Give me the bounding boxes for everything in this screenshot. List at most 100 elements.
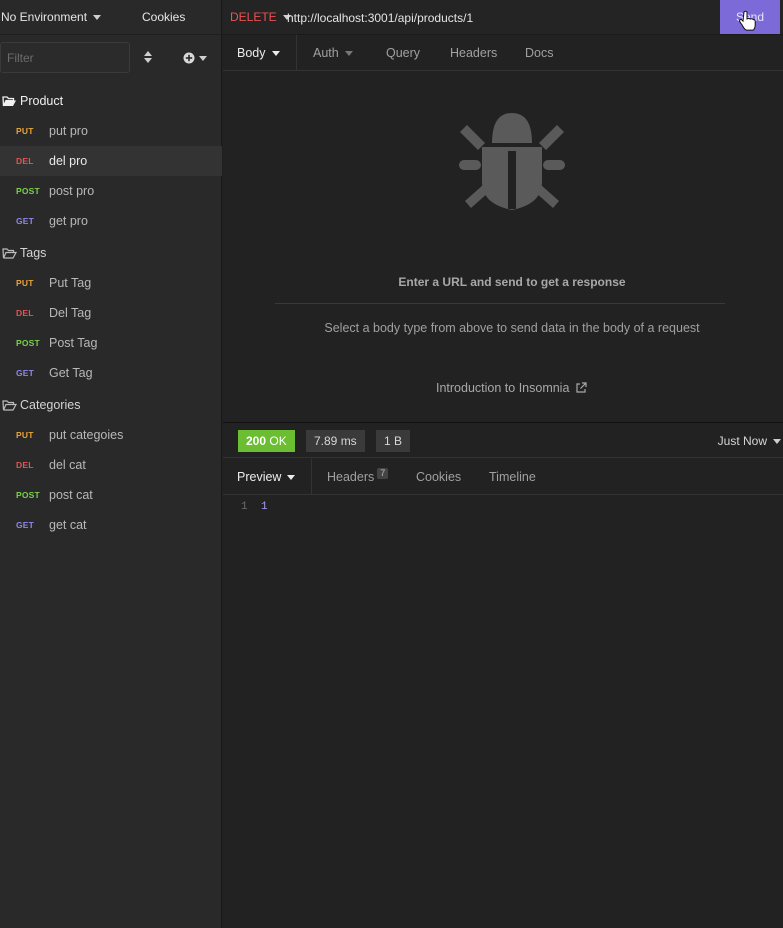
folder-tags[interactable]: Tags xyxy=(0,238,222,268)
sort-icon[interactable] xyxy=(143,50,157,66)
folder-label: Product xyxy=(20,94,64,108)
method-badge: POST xyxy=(16,338,40,348)
history-dropdown[interactable]: Just Now xyxy=(718,434,781,448)
method-dropdown[interactable]: DELETE xyxy=(230,10,291,24)
folder-open-icon xyxy=(2,96,16,107)
request-name: put categoies xyxy=(49,428,124,442)
method-badge: DEL xyxy=(16,308,34,318)
request-del-tag[interactable]: DEL Del Tag xyxy=(0,298,222,328)
add-request-button[interactable] xyxy=(183,50,209,66)
method-badge: GET xyxy=(16,216,35,226)
tab-label: Headers xyxy=(327,470,375,484)
request-post-pro[interactable]: POST post pro xyxy=(0,176,222,206)
folder-label: Tags xyxy=(20,246,47,260)
bug-icon xyxy=(459,113,565,210)
request-name: del cat xyxy=(49,458,86,472)
request-tabs: Body Auth Query Headers Docs xyxy=(223,35,783,71)
request-name: Put Tag xyxy=(49,276,92,290)
request-put-pro[interactable]: PUT put pro xyxy=(0,116,222,146)
filter-row xyxy=(0,42,222,73)
line-number: 1 xyxy=(241,501,248,513)
cookies-button[interactable]: Cookies xyxy=(142,10,185,24)
method-label: DELETE xyxy=(230,10,277,24)
plus-circle-icon xyxy=(183,52,195,64)
environment-dropdown[interactable]: No Environment xyxy=(1,10,102,24)
url-bar: DELETE Send xyxy=(223,0,783,35)
method-badge: POST xyxy=(16,490,40,500)
request-del-cat[interactable]: DEL del cat xyxy=(0,450,222,480)
tab-auth[interactable]: Auth xyxy=(313,35,353,71)
external-link-icon xyxy=(576,382,588,393)
status-badge: 200 OK xyxy=(238,430,295,452)
method-badge: PUT xyxy=(16,126,34,136)
headers-count-badge: 7 xyxy=(377,467,389,479)
folder-label: Categories xyxy=(20,398,81,412)
request-tree: Product PUT put pro DEL del pro POST pos… xyxy=(0,86,222,540)
response-size-badge: 1 B xyxy=(376,430,411,452)
tab-preview[interactable]: Preview xyxy=(237,459,296,495)
url-input[interactable] xyxy=(287,9,717,27)
response-time-badge: 7.89 ms xyxy=(306,430,365,452)
request-get-cat[interactable]: GET get cat xyxy=(0,510,222,540)
chevron-down-icon xyxy=(773,438,781,444)
environment-label: No Environment xyxy=(1,10,88,24)
timestamp-label: Just Now xyxy=(717,434,767,448)
tab-label: Preview xyxy=(237,470,282,484)
request-put-tag[interactable]: PUT Put Tag xyxy=(0,268,222,298)
method-badge: GET xyxy=(16,368,35,378)
sidebar-header: No Environment Cookies xyxy=(0,0,221,35)
request-name: put pro xyxy=(49,124,88,138)
tab-divider xyxy=(296,35,297,71)
tab-timeline[interactable]: Timeline xyxy=(489,459,536,495)
request-name: get cat xyxy=(49,518,87,532)
folder-categories[interactable]: Categories xyxy=(0,390,222,420)
response-status-bar: 200 OK 7.89 ms 1 B Just Now xyxy=(223,422,783,458)
request-name: Get Tag xyxy=(49,366,93,380)
method-badge: PUT xyxy=(16,278,34,288)
response-tabs: Preview Headers 7 Cookies Timeline xyxy=(223,459,783,495)
request-post-cat[interactable]: POST post cat xyxy=(0,480,222,510)
tab-body[interactable]: Body xyxy=(237,35,280,71)
tab-response-cookies[interactable]: Cookies xyxy=(416,459,461,495)
tab-headers[interactable]: Headers xyxy=(450,35,497,71)
empty-response-pane: Enter a URL and send to get a response S… xyxy=(223,72,783,422)
link-label: Introduction to Insomnia xyxy=(436,381,570,395)
method-badge: POST xyxy=(16,186,40,196)
hand-pointer-icon xyxy=(739,10,756,31)
request-name: post pro xyxy=(49,184,95,198)
folder-open-icon xyxy=(2,400,17,411)
status-code: 200 xyxy=(246,434,267,448)
request-name: Del Tag xyxy=(49,306,92,320)
tab-divider xyxy=(311,459,312,495)
request-name: Post Tag xyxy=(49,336,98,350)
filter-input[interactable] xyxy=(0,42,130,73)
folder-product[interactable]: Product xyxy=(0,86,222,116)
chevron-down-icon xyxy=(271,50,280,56)
divider xyxy=(275,303,725,304)
status-text: OK xyxy=(269,434,287,448)
tab-label: Body xyxy=(237,46,266,60)
request-get-tag[interactable]: GET Get Tag xyxy=(0,358,222,388)
request-get-pro[interactable]: GET get pro xyxy=(0,206,222,236)
method-badge: PUT xyxy=(16,430,34,440)
request-put-categoies[interactable]: PUT put categoies xyxy=(0,420,222,450)
method-badge: DEL xyxy=(16,460,34,470)
request-post-tag[interactable]: POST Post Tag xyxy=(0,328,222,358)
chevron-down-icon xyxy=(199,55,207,61)
tab-label: Auth xyxy=(313,46,339,60)
tab-query[interactable]: Query xyxy=(386,35,420,71)
request-name: post cat xyxy=(49,488,93,502)
tab-response-headers[interactable]: Headers 7 xyxy=(327,459,389,495)
folder-open-icon xyxy=(2,248,17,259)
empty-state-title: Enter a URL and send to get a response xyxy=(398,275,626,289)
chevron-down-icon xyxy=(287,474,296,480)
response-value: 1 xyxy=(261,501,268,513)
main-pane: DELETE Send Body Auth Query Headers Docs xyxy=(223,0,783,928)
tab-docs[interactable]: Docs xyxy=(525,35,553,71)
method-badge: DEL xyxy=(16,156,34,166)
intro-insomnia-link[interactable]: Introduction to Insomnia xyxy=(436,381,588,395)
request-del-pro[interactable]: DEL del pro xyxy=(0,146,222,176)
chevron-down-icon xyxy=(93,14,102,20)
sidebar: No Environment Cookies Product PUT put p… xyxy=(0,0,222,928)
chevron-down-icon xyxy=(344,50,353,56)
